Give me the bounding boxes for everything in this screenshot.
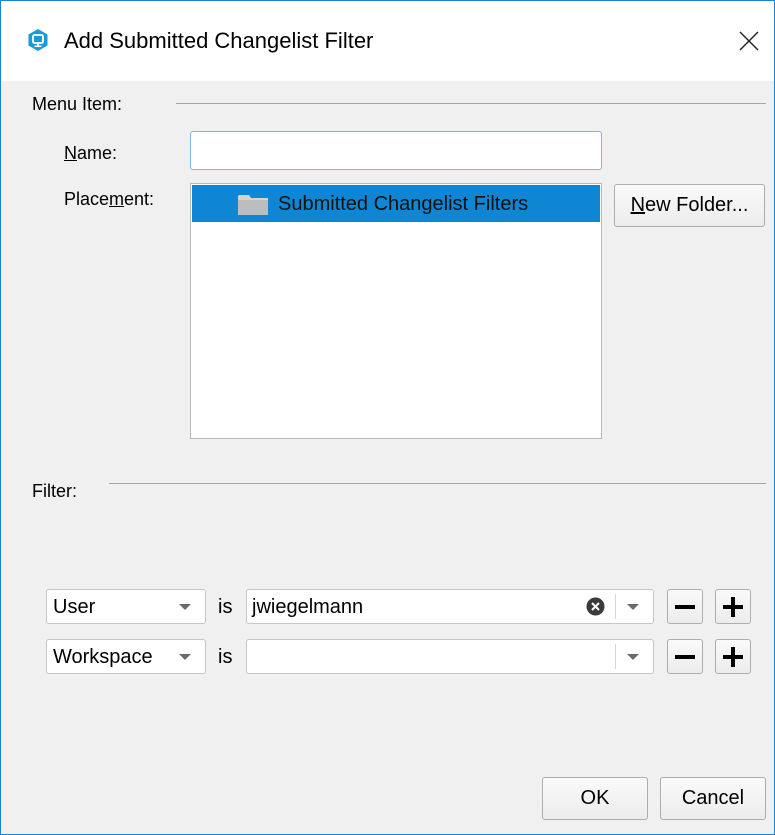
chevron-down-icon (179, 604, 191, 610)
menu-item-divider (176, 103, 766, 104)
chevron-down-icon[interactable] (627, 604, 639, 610)
name-label: Name: (64, 142, 117, 164)
ok-button[interactable]: OK (542, 777, 648, 820)
name-label-rest: ame: (77, 143, 118, 163)
new-folder-button[interactable]: New Folder... (614, 184, 765, 227)
filter-section-label: Filter: (32, 481, 77, 501)
filter-field-select-user[interactable]: User (46, 589, 206, 624)
close-icon (739, 31, 759, 51)
close-button[interactable] (729, 21, 769, 61)
tree-item-submitted-changelist-filters[interactable]: Submitted Changelist Filters (192, 185, 600, 222)
menu-item-section-label: Menu Item: (32, 94, 123, 114)
filter-divider (109, 483, 766, 484)
placement-label-before: Place (64, 189, 110, 209)
placement-label-mnemonic: m (109, 189, 125, 209)
tree-item-label: Submitted Changelist Filters (278, 193, 529, 215)
combo-separator (615, 594, 616, 619)
plus-icon (723, 596, 743, 617)
folder-icon (238, 195, 268, 215)
placement-label-after: ent: (124, 189, 155, 209)
clear-icon[interactable] (586, 597, 605, 616)
perforce-app-icon (28, 29, 48, 51)
filter-operator-label: is (218, 646, 233, 668)
new-folder-label: ew Folder... (645, 194, 749, 216)
remove-filter-row-button[interactable] (667, 639, 703, 674)
combo-separator (615, 644, 616, 669)
remove-filter-row-button[interactable] (667, 589, 703, 624)
add-filter-row-button[interactable] (715, 639, 751, 674)
filter-value-text: jwiegelmann (252, 596, 364, 618)
placement-tree[interactable]: Submitted Changelist Filters (190, 183, 602, 439)
name-label-mnemonic: N (64, 143, 77, 163)
name-input[interactable] (190, 131, 602, 170)
title-bar: Add Submitted Changelist Filter (1, 1, 774, 81)
new-folder-mnemonic: N (630, 194, 646, 216)
filter-field-value: User (53, 596, 96, 618)
chevron-down-icon (179, 654, 191, 660)
cancel-button[interactable]: Cancel (660, 777, 766, 820)
filter-value-combo-user[interactable]: jwiegelmann (246, 589, 654, 624)
filter-field-select-workspace[interactable]: Workspace (46, 639, 206, 674)
chevron-down-icon[interactable] (627, 654, 639, 660)
minus-icon (675, 654, 695, 659)
add-filter-row-button[interactable] (715, 589, 751, 624)
dialog-window: Add Submitted Changelist Filter Menu Ite… (0, 0, 775, 835)
filter-value-combo-workspace[interactable] (246, 639, 654, 674)
placement-label: Placement: (64, 188, 154, 210)
filter-operator-label: is (218, 596, 233, 618)
minus-icon (675, 604, 695, 609)
plus-icon (723, 646, 743, 667)
window-title: Add Submitted Changelist Filter (64, 28, 374, 53)
filter-field-value: Workspace (53, 646, 153, 668)
